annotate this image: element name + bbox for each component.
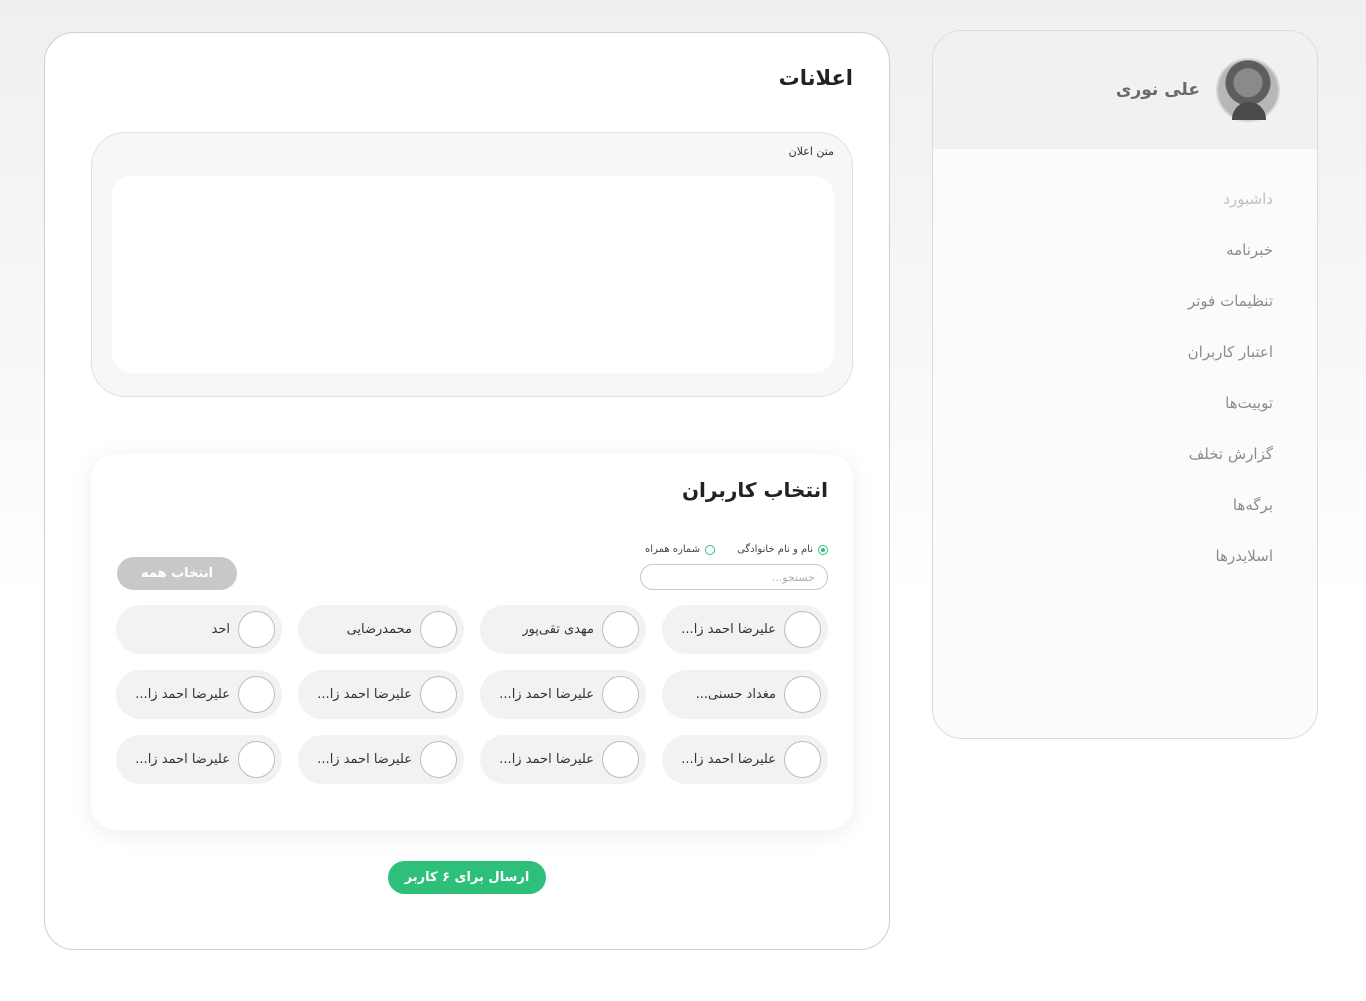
user-chip[interactable]: محمدرضایی (298, 605, 464, 654)
user-chip[interactable]: علیرضا احمد زا... (662, 605, 828, 654)
announcement-label: متن اعلان (788, 145, 834, 158)
page-title: اعلانات (778, 66, 853, 90)
sidebar-item-tweets[interactable]: توییت‌ها (933, 383, 1317, 434)
user-checkbox[interactable] (784, 611, 821, 648)
search-mode-fullname[interactable]: نام و نام خانوادگی (737, 544, 828, 555)
user-chip[interactable]: علیرضا احمد زا... (480, 670, 646, 719)
user-name: علیرضا احمد زا... (681, 752, 776, 767)
user-name: مغداد حسنی... (695, 687, 776, 702)
radio-phone-label: شماره همراه (645, 544, 701, 555)
search-mode-phone[interactable]: شماره همراه (645, 544, 716, 555)
user-name: مهدی تقی‌پور (522, 622, 594, 637)
user-checkbox[interactable] (238, 676, 275, 713)
radio-fullname-label: نام و نام خانوادگی (737, 544, 813, 555)
user-checkbox[interactable] (238, 611, 275, 648)
avatar[interactable] (1216, 58, 1280, 122)
user-checkbox[interactable] (784, 741, 821, 778)
user-checkbox[interactable] (420, 611, 457, 648)
user-name: علیرضا احمد زا... (135, 752, 230, 767)
user-checkbox[interactable] (602, 676, 639, 713)
sidebar-item-user-credit[interactable]: اعتبار کاربران (933, 332, 1317, 383)
user-checkbox[interactable] (784, 676, 821, 713)
user-chip[interactable]: علیرضا احمد زا... (298, 735, 464, 784)
user-name: علیرضا احمد زا... (317, 687, 412, 702)
profile-header: علی نوری (933, 31, 1317, 149)
user-checkbox[interactable] (420, 676, 457, 713)
user-checkbox[interactable] (602, 611, 639, 648)
sidebar-item-footer-settings[interactable]: تنظیمات فوتر (933, 281, 1317, 332)
radio-phone[interactable] (705, 544, 716, 555)
user-selection-title: انتخاب کاربران (681, 478, 828, 502)
user-search-input[interactable] (640, 564, 828, 590)
announcements-panel: اعلانات متن اعلان انتخاب کاربران نام و ن… (44, 32, 890, 950)
send-button[interactable]: ارسال برای ۶ کاربر (388, 861, 546, 894)
user-name: احد (211, 622, 230, 637)
user-checkbox[interactable] (238, 741, 275, 778)
search-mode-options: نام و نام خانوادگی شماره همراه (629, 544, 828, 555)
user-chip[interactable]: احد (116, 605, 282, 654)
announcement-section: متن اعلان (91, 132, 853, 397)
profile-name: علی نوری (1115, 80, 1200, 100)
user-name: محمدرضایی (346, 622, 412, 637)
sidebar-item-violation-reports[interactable]: گزارش تخلف (933, 434, 1317, 485)
sidebar-item-dashboard[interactable]: داشبورد (933, 179, 1317, 230)
user-name: علیرضا احمد زا... (135, 687, 230, 702)
user-name: علیرضا احمد زا... (499, 752, 594, 767)
user-name: علیرضا احمد زا... (681, 622, 776, 637)
user-name: علیرضا احمد زا... (499, 687, 594, 702)
sidebar-item-sliders[interactable]: اسلایدرها (933, 536, 1317, 587)
select-all-button[interactable]: انتخاب همه (117, 557, 237, 590)
sidebar-item-newsletter[interactable]: خبرنامه (933, 230, 1317, 281)
user-list: علیرضا احمد زا... مهدی تقی‌پور محمدرضایی… (116, 605, 828, 784)
user-chip[interactable]: علیرضا احمد زا... (298, 670, 464, 719)
user-checkbox[interactable] (602, 741, 639, 778)
user-chip[interactable]: مغداد حسنی... (662, 670, 828, 719)
user-checkbox[interactable] (420, 741, 457, 778)
user-name: علیرضا احمد زا... (317, 752, 412, 767)
user-selection-card: انتخاب کاربران نام و نام خانوادگی شماره … (91, 454, 853, 830)
announcement-textarea[interactable] (112, 176, 834, 373)
sidebar-item-pages[interactable]: برگه‌ها (933, 485, 1317, 536)
user-chip[interactable]: علیرضا احمد زا... (116, 735, 282, 784)
sidebar: علی نوری داشبورد خبرنامه تنظیمات فوتر اع… (932, 30, 1318, 739)
user-chip[interactable]: علیرضا احمد زا... (662, 735, 828, 784)
user-chip[interactable]: علیرضا احمد زا... (480, 735, 646, 784)
sidebar-nav: داشبورد خبرنامه تنظیمات فوتر اعتبار کارب… (933, 149, 1317, 587)
user-chip[interactable]: مهدی تقی‌پور (480, 605, 646, 654)
radio-fullname[interactable] (818, 544, 828, 555)
user-chip[interactable]: علیرضا احمد زا... (116, 670, 282, 719)
